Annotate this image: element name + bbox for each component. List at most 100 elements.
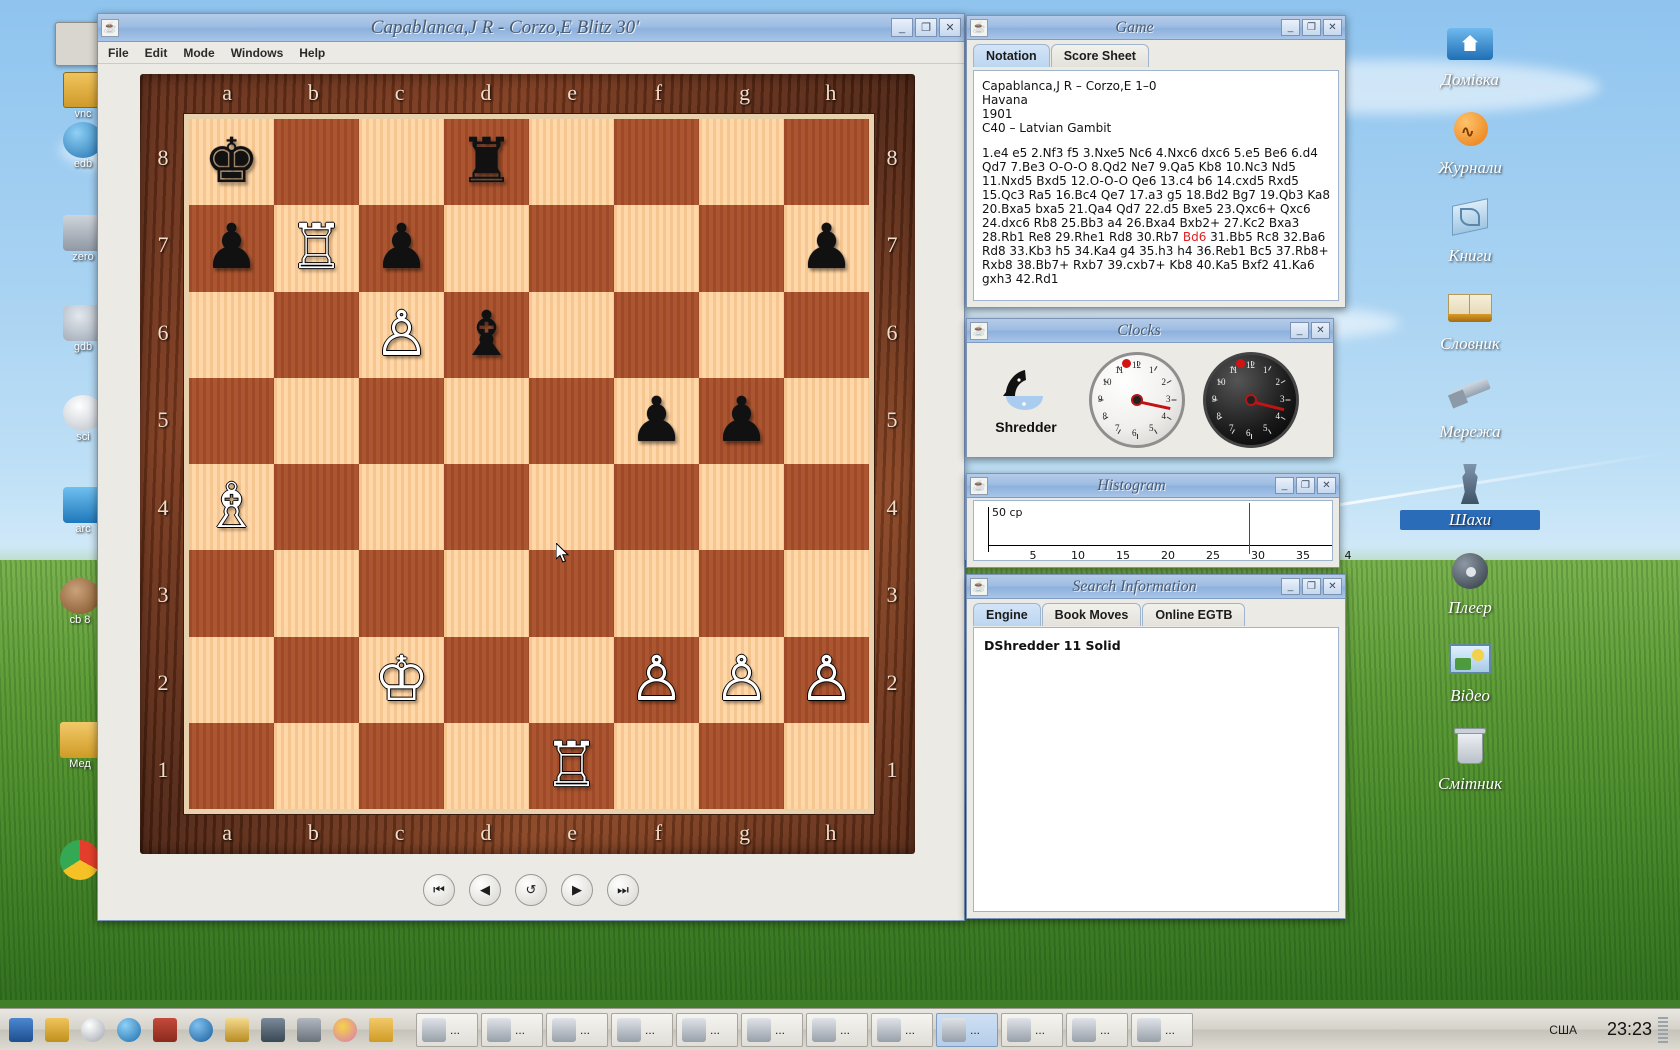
taskbar-window-button-3[interactable]: ... — [611, 1012, 673, 1047]
board-square-g1[interactable] — [699, 722, 784, 809]
board-square-f1[interactable] — [614, 722, 699, 809]
taskbar-window-button-2[interactable]: ... — [546, 1012, 608, 1047]
board-square-g5[interactable]: ♟ — [699, 377, 784, 464]
board-square-e5[interactable] — [529, 377, 614, 464]
piece-wr-b7[interactable]: ♖ — [289, 217, 345, 279]
minimize-button[interactable]: _ — [1281, 578, 1300, 595]
board-square-h2[interactable]: ♙ — [784, 636, 869, 723]
tab-engine[interactable]: Engine — [973, 603, 1041, 626]
piece-bp-h7[interactable]: ♟ — [799, 217, 855, 279]
board-square-f7[interactable] — [614, 205, 699, 292]
board-square-c7[interactable]: ♟ — [359, 205, 444, 292]
highlighted-move[interactable]: Bd6 — [1183, 230, 1206, 244]
board-square-e6[interactable] — [529, 291, 614, 378]
menu-windows[interactable]: Windows — [231, 46, 284, 60]
maximize-button[interactable]: ❐ — [915, 18, 937, 37]
move-list[interactable]: 1.e4 e5 2.Nf3 f5 3.Nxe5 Nc6 4.Nxc6 dxc6 … — [982, 146, 1330, 286]
taskbar-window-button-7[interactable]: ... — [871, 1012, 933, 1047]
menu-help[interactable]: Help — [299, 46, 325, 60]
desktop-icon-network[interactable]: Мережа — [1400, 372, 1540, 442]
tab-notation[interactable]: Notation — [973, 44, 1050, 67]
minimize-button[interactable]: _ — [1281, 19, 1300, 36]
board-square-f3[interactable] — [614, 550, 699, 637]
board-square-e1[interactable]: ♖ — [529, 722, 614, 809]
notation-panel[interactable]: Capablanca,J R – Corzo,E 1–0 Havana 1901… — [973, 70, 1339, 301]
piece-br-d8[interactable]: ♜ — [459, 131, 515, 193]
desktop-icon-books[interactable]: Книги — [1400, 196, 1540, 266]
taskbar-launcher-clock[interactable] — [76, 1013, 110, 1047]
tab-score-sheet[interactable]: Score Sheet — [1050, 44, 1149, 67]
maximize-button[interactable]: ❐ — [1302, 19, 1321, 36]
menu-edit[interactable]: Edit — [145, 46, 168, 60]
minimize-button[interactable]: _ — [1275, 477, 1294, 494]
tab-book-moves[interactable]: Book Moves — [1041, 603, 1142, 626]
maximize-button[interactable]: ❐ — [1302, 578, 1321, 595]
board-square-h3[interactable] — [784, 550, 869, 637]
piece-bp-f5[interactable]: ♟ — [629, 389, 685, 452]
next-move-button[interactable]: ▶ — [561, 874, 593, 906]
tab-online-egtb[interactable]: Online EGTB — [1142, 603, 1246, 626]
board-square-e8[interactable] — [529, 119, 614, 206]
game-window-titlebar[interactable]: ☕ Game _ ❐ ✕ — [967, 16, 1345, 40]
taskbar-launcher-dictionary[interactable] — [220, 1013, 254, 1047]
taskbar-launcher-flower[interactable] — [328, 1013, 362, 1047]
taskbar-launcher-media[interactable] — [256, 1013, 290, 1047]
histogram-plot[interactable]: 50 cp 5 10 15 20 25 30 35 4 — [973, 500, 1352, 562]
board-square-h6[interactable] — [784, 291, 869, 378]
taskbar-launcher-browser[interactable] — [112, 1013, 146, 1047]
board-square-d4[interactable] — [444, 464, 529, 551]
piece-bp-g5[interactable]: ♟ — [714, 389, 770, 452]
board-square-g2[interactable]: ♙ — [699, 636, 784, 723]
minimize-button[interactable]: _ — [891, 18, 913, 37]
taskbar-window-button-10[interactable]: ... — [1066, 1012, 1128, 1047]
piece-wk-c2[interactable]: ♔ — [374, 648, 430, 711]
show-desktop-handle[interactable] — [1658, 1016, 1668, 1043]
board-square-h8[interactable] — [784, 119, 869, 206]
piece-wb-a4[interactable]: ♗ — [204, 476, 260, 538]
search-information-window[interactable]: ☕ Search Information _ ❐ ✕ Engine Book M… — [966, 574, 1346, 919]
board-square-f6[interactable] — [614, 291, 699, 378]
close-button[interactable]: ✕ — [1323, 19, 1342, 36]
board-square-h1[interactable] — [784, 722, 869, 809]
histogram-window[interactable]: ☕ Histogram _ ❐ ✕ 50 cp 5 10 15 20 25 30 35 4 — [966, 473, 1352, 568]
board-square-h5[interactable] — [784, 377, 869, 464]
close-button[interactable]: ✕ — [1317, 477, 1336, 494]
board-square-e4[interactable] — [529, 464, 614, 551]
taskbar-clock[interactable]: 23:23 — [1607, 1019, 1652, 1040]
desktop-icon-dictionary[interactable]: Словник — [1400, 284, 1540, 354]
board-square-d6[interactable]: ♝ — [444, 291, 529, 378]
board-square-d2[interactable] — [444, 636, 529, 723]
board-square-a6[interactable] — [189, 291, 274, 378]
close-button[interactable]: ✕ — [939, 18, 961, 37]
clocks-window[interactable]: ☕ Clocks _ ✕ Shredder 121234567891011 12… — [966, 318, 1334, 458]
board-square-c1[interactable] — [359, 722, 444, 809]
board-square-f8[interactable] — [614, 119, 699, 206]
search-window-titlebar[interactable]: ☕ Search Information _ ❐ ✕ — [967, 575, 1345, 599]
board-square-c6[interactable]: ♙ — [359, 291, 444, 378]
taskbar-launcher-menu[interactable] — [4, 1013, 38, 1047]
taskbar-launcher-files[interactable] — [364, 1013, 398, 1047]
board-square-a1[interactable] — [189, 722, 274, 809]
board-square-b7[interactable]: ♖ — [274, 205, 359, 292]
close-button[interactable]: ✕ — [1323, 578, 1342, 595]
board-square-a2[interactable] — [189, 636, 274, 723]
board-square-e2[interactable] — [529, 636, 614, 723]
undo-button[interactable]: ↺ — [515, 874, 547, 906]
board-square-g4[interactable] — [699, 464, 784, 551]
board-square-g6[interactable] — [699, 291, 784, 378]
maximize-button[interactable]: ❐ — [1296, 477, 1315, 494]
menu-mode[interactable]: Mode — [183, 46, 214, 60]
board-square-b8[interactable] — [274, 119, 359, 206]
board-square-a5[interactable] — [189, 377, 274, 464]
board-square-b3[interactable] — [274, 550, 359, 637]
board-square-c4[interactable] — [359, 464, 444, 551]
chess-main-window[interactable]: ☕ Capablanca,J R - Corzo,E Blitz 30' _ ❐… — [97, 13, 965, 921]
piece-bp-a7[interactable]: ♟ — [204, 217, 260, 279]
first-move-button[interactable]: ⏮ — [423, 874, 455, 906]
board-square-b1[interactable] — [274, 722, 359, 809]
piece-bk-a8[interactable]: ♚ — [204, 131, 260, 193]
last-move-button[interactable]: ⏭ — [607, 874, 639, 906]
board-square-d5[interactable] — [444, 377, 529, 464]
game-window[interactable]: ☕ Game _ ❐ ✕ Notation Score Sheet Capabl… — [966, 15, 1346, 308]
piece-wp-c6[interactable]: ♙ — [374, 303, 430, 366]
